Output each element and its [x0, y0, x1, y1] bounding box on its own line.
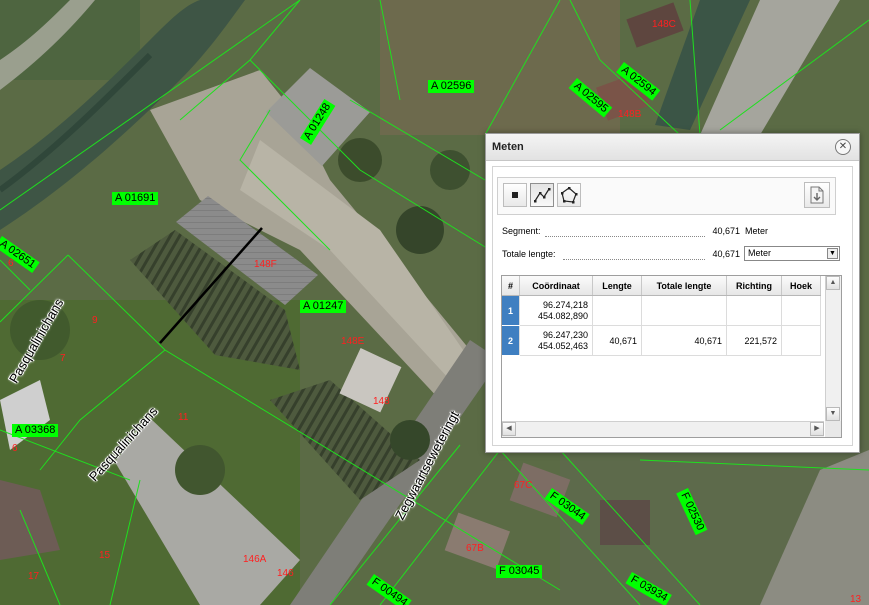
line-tool-button[interactable]: [530, 183, 554, 207]
house-number: 148F: [254, 259, 277, 270]
length-cell: 40,671: [592, 325, 642, 356]
scroll-left-icon[interactable]: ◀: [502, 422, 516, 436]
row-number: 2: [502, 325, 520, 356]
coordinate-x: 96.274,218: [542, 299, 588, 310]
coordinate-cell: 96.247,230 454.052,463: [519, 325, 593, 356]
house-number: 148: [373, 396, 390, 407]
house-number: 13: [850, 594, 862, 605]
coordinate-cell: 96.274,218 454.082,890: [519, 295, 593, 326]
point-icon: [512, 192, 518, 198]
house-number: 6: [8, 258, 14, 269]
vertical-scrollbar[interactable]: ▲ ▼: [825, 276, 841, 421]
export-button[interactable]: [804, 182, 830, 208]
dialog-content: Segment: 40,671 Meter Totale lengte: 40,…: [485, 133, 858, 451]
polyline-icon: [534, 188, 551, 203]
house-number: 148E: [341, 336, 365, 347]
measure-toolbar: [497, 177, 836, 215]
total-length-cell: 40,671: [641, 325, 727, 356]
table-row[interactable]: 2 96.247,230 454.052,463 40,671 40,671 2…: [502, 325, 821, 356]
house-number: 146: [277, 568, 294, 579]
house-number: 11: [178, 412, 189, 423]
house-number: 15: [99, 550, 111, 561]
parcel-label: A 01247: [300, 300, 347, 313]
length-cell: [592, 295, 642, 326]
polygon-tool-button[interactable]: [557, 183, 581, 207]
house-number: 17: [28, 571, 40, 582]
chevron-down-icon[interactable]: ▼: [827, 248, 838, 259]
angle-cell: [781, 325, 821, 356]
point-tool-button[interactable]: [503, 183, 527, 207]
direction-cell: 221,572: [726, 325, 782, 356]
parcel-label: F 03045: [496, 565, 543, 578]
house-number: 148B: [618, 109, 642, 120]
total-length-value: 40,671: [712, 249, 740, 259]
house-number: 146A: [243, 554, 267, 565]
scroll-corner: [825, 421, 841, 437]
table-row[interactable]: 1 96.274,218 454.082,890: [502, 295, 821, 326]
measurements-table: # Coördinaat Lengte Totale lengte Richti…: [501, 275, 842, 438]
polygon-icon: [561, 187, 578, 204]
segment-value: 40,671: [712, 226, 740, 236]
export-document-icon: [810, 186, 824, 204]
scroll-right-icon[interactable]: ▶: [810, 422, 824, 436]
column-header[interactable]: Lengte: [592, 276, 642, 296]
column-header[interactable]: Hoek: [781, 276, 821, 296]
house-number: 148C: [652, 19, 676, 30]
house-number: 67C: [514, 480, 533, 491]
total-length-label: Totale lengte:: [502, 249, 556, 259]
unit-select-value: Meter: [748, 248, 772, 258]
total-length-leader: [563, 259, 705, 260]
coordinate-y: 454.082,890: [537, 310, 588, 321]
house-number: 67B: [466, 543, 484, 554]
house-number: 7: [60, 353, 66, 364]
segment-unit: Meter: [745, 226, 769, 236]
segment-leader: [545, 236, 705, 237]
angle-cell: [781, 295, 821, 326]
parcel-label: A 01691: [112, 192, 159, 205]
column-header[interactable]: #: [502, 276, 520, 296]
horizontal-scrollbar[interactable]: ◀ ▶: [502, 421, 824, 437]
direction-cell: [726, 295, 782, 326]
segment-label: Segment:: [502, 226, 541, 236]
house-number: 6: [12, 443, 18, 454]
house-number: 9: [92, 315, 98, 326]
scroll-down-icon[interactable]: ▼: [826, 407, 840, 421]
column-header[interactable]: Totale lengte: [641, 276, 727, 296]
total-length-cell: [641, 295, 727, 326]
column-header[interactable]: Richting: [726, 276, 782, 296]
scroll-up-icon[interactable]: ▲: [826, 276, 840, 290]
column-header[interactable]: Coördinaat: [519, 276, 593, 296]
parcel-label: A 02596: [428, 80, 475, 93]
parcel-label: A 03368: [12, 424, 59, 437]
coordinate-y: 454.052,463: [537, 340, 588, 351]
row-number: 1: [502, 295, 520, 326]
coordinate-x: 96.247,230: [542, 329, 588, 340]
unit-select[interactable]: Meter ▼: [744, 246, 840, 261]
